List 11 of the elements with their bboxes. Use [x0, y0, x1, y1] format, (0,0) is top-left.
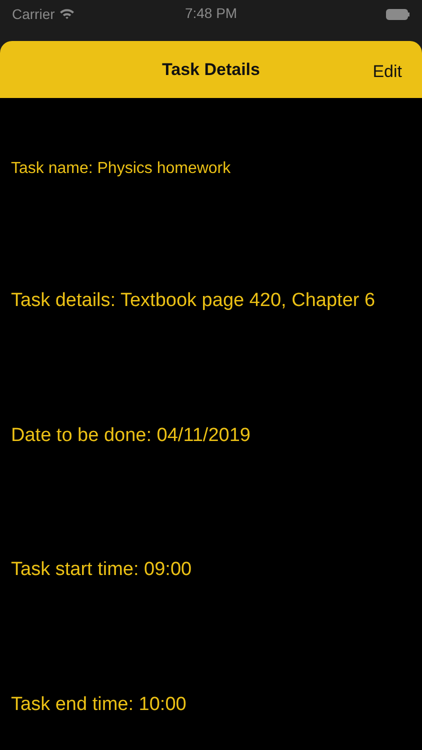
task-field-text: Task details: Textbook page 420, Chapter 6: [11, 290, 376, 311]
edit-button[interactable]: Edit: [372, 59, 402, 84]
wifi-icon: [58, 8, 75, 20]
task-field-text: Task name: Physics homework: [11, 160, 231, 177]
task-field-text: Date to be done: 04/11/2019: [11, 424, 250, 446]
task-field-text: Task end time: 10:00: [11, 694, 186, 714]
battery-icon: [386, 8, 410, 20]
task-field-text: Task start time: 09:00: [11, 559, 192, 580]
carrier-label: Carrier: [12, 4, 55, 24]
sheet-title: Task Details: [162, 58, 260, 81]
clock-time: 7:48 PM: [184, 4, 238, 23]
